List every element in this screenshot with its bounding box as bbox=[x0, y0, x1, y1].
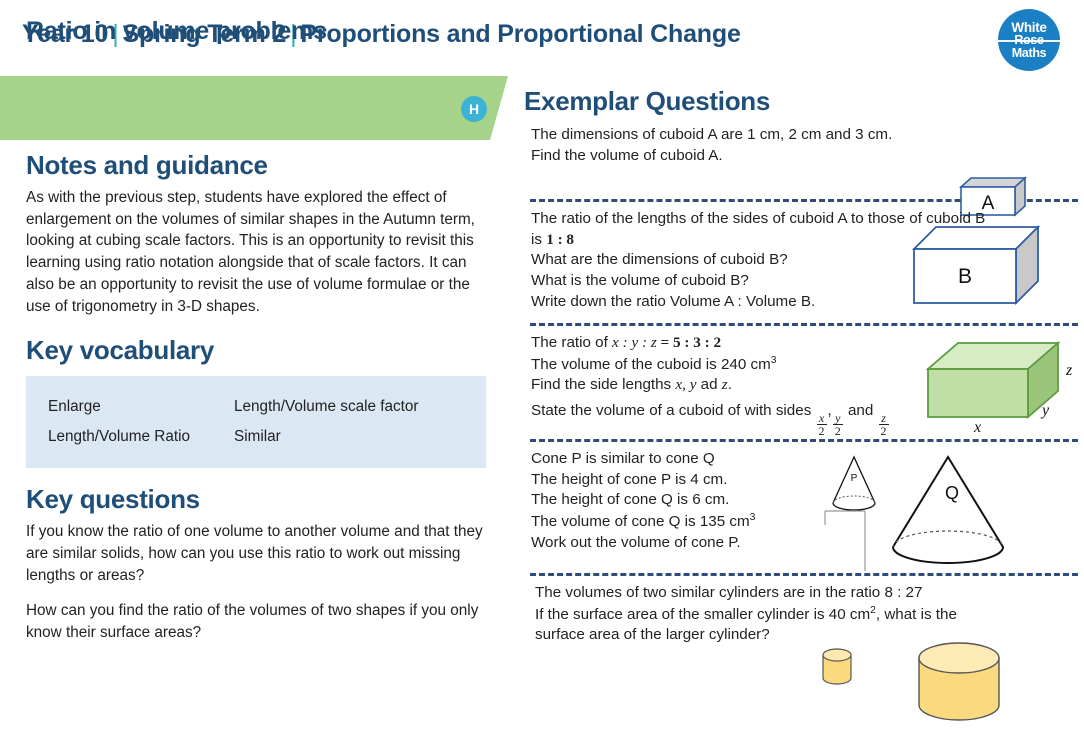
left-column: Notes and guidance As with the previous … bbox=[0, 150, 512, 644]
question-4-line-4-prefix: The volume of cone Q is 135 cm bbox=[531, 513, 750, 531]
key-vocabulary-heading: Key vocabulary bbox=[26, 335, 215, 366]
question-3-equals: = bbox=[656, 334, 673, 351]
exemplar-question-1: The dimensions of cuboid A are 1 cm, 2 c… bbox=[516, 125, 1084, 217]
logo-line-1: White bbox=[1011, 19, 1047, 35]
worksheet-page: Year 10 | Spring Term 2 | Proportions and Pr… bbox=[0, 0, 1084, 750]
exemplar-question-3: The ratio of x : y : z = 5 : 3 : 2 The v… bbox=[516, 333, 1084, 437]
key-question-text: How can you find the ratio of the volume… bbox=[26, 602, 479, 642]
fraction-x-over-2: x2 bbox=[816, 410, 827, 438]
question-3-line-3-end: . bbox=[727, 376, 732, 394]
higher-tier-badge: H bbox=[461, 96, 487, 122]
question-1-line-2: Find the volume of cuboid A. bbox=[531, 146, 723, 164]
vocabulary-term: Length/Volume Ratio bbox=[48, 428, 191, 446]
svg-text:x: x bbox=[973, 419, 981, 433]
svg-text:P: P bbox=[851, 473, 858, 484]
lesson-title-banner bbox=[0, 76, 508, 140]
key-vocabulary-box: Enlarge Length/Volume scale factor Lengt… bbox=[26, 376, 486, 469]
svg-text:y: y bbox=[1040, 402, 1050, 419]
fraction-z-over-2: z2 bbox=[878, 410, 889, 438]
question-3-line-4-prefix: State the volume of a cuboid of with sid… bbox=[531, 402, 816, 420]
cones-diagram: P Q bbox=[824, 455, 1005, 571]
vocabulary-row: Length/Volume Ratio Similar bbox=[26, 422, 486, 452]
white-rose-maths-logo: White Rose Maths bbox=[998, 9, 1060, 71]
question-3-line-2-prefix: The volume of the cuboid is 240 cm bbox=[531, 355, 771, 373]
lesson-title: Ratio in volume problems bbox=[26, 17, 327, 45]
logo-divider bbox=[998, 40, 1060, 42]
key-question-text: If you know the ratio of one volume to a… bbox=[26, 523, 483, 584]
svg-text:z: z bbox=[1065, 362, 1073, 379]
svg-text:Q: Q bbox=[945, 483, 959, 503]
cuboid-b-diagram: B bbox=[911, 224, 1041, 306]
question-3-line-3-post: ad bbox=[696, 376, 722, 394]
question-5-line-2: If the surface area of the smaller cylin… bbox=[535, 604, 1084, 626]
question-5-line-2-prefix: If the surface area of the smaller cylin… bbox=[535, 605, 871, 623]
question-4-cubed-exponent: 3 bbox=[749, 512, 756, 524]
cylinders-diagram bbox=[822, 642, 1000, 721]
question-3-line-1-prefix: The ratio of bbox=[531, 334, 613, 351]
logo-line-3: Maths bbox=[1011, 45, 1047, 60]
fraction-separator: , bbox=[827, 402, 832, 420]
key-questions-heading: Key questions bbox=[26, 484, 200, 515]
breadcrumb-topic: Proportions and Proportional Change bbox=[300, 20, 741, 48]
question-3-ratio: 5 : 3 : 2 bbox=[673, 334, 722, 351]
question-divider bbox=[530, 573, 1078, 576]
question-2-ratio: 1 : 8 bbox=[546, 230, 575, 248]
svg-text:B: B bbox=[958, 265, 972, 288]
question-2-line-2-prefix: is bbox=[531, 230, 547, 248]
vocabulary-row: Enlarge Length/Volume scale factor bbox=[26, 392, 486, 422]
vocabulary-term: Similar bbox=[234, 428, 281, 446]
question-3-variables: x : y : z bbox=[612, 334, 657, 351]
exemplar-question-4: Cone P is similar to cone Q The height o… bbox=[516, 449, 1084, 571]
question-3-line-3-vars: x, y bbox=[675, 376, 697, 394]
question-5-line-2-post: , what is the bbox=[875, 605, 957, 623]
fraction-y-over-2: y2 bbox=[832, 410, 843, 438]
question-1-line-1: The dimensions of cuboid A are 1 cm, 2 c… bbox=[531, 126, 893, 143]
exemplar-questions-heading: Exemplar Questions bbox=[524, 86, 771, 116]
vocabulary-term: Enlarge bbox=[48, 398, 101, 416]
question-5-line-1: The volumes of two similar cylinders are… bbox=[535, 584, 923, 601]
exemplar-question-5: The volumes of two similar cylinders are… bbox=[516, 583, 1084, 733]
exemplar-question-2: The ratio of the lengths of the sides of… bbox=[516, 209, 1084, 317]
question-divider bbox=[530, 323, 1078, 326]
green-cuboid-diagram: z y x bbox=[925, 341, 1073, 433]
question-3-line-3-prefix: Find the side lengths bbox=[531, 376, 676, 394]
notes-and-guidance-heading: Notes and guidance bbox=[26, 150, 268, 180]
question-3-cubed-exponent: 3 bbox=[770, 354, 777, 366]
vocabulary-term: Length/Volume scale factor bbox=[234, 398, 419, 416]
notes-and-guidance-text: As with the previous step, students have… bbox=[26, 189, 475, 315]
fraction-conjunction: and bbox=[843, 402, 878, 420]
question-divider bbox=[530, 439, 1078, 442]
right-column: Exemplar Questions The dimensions of cub… bbox=[516, 86, 1084, 733]
